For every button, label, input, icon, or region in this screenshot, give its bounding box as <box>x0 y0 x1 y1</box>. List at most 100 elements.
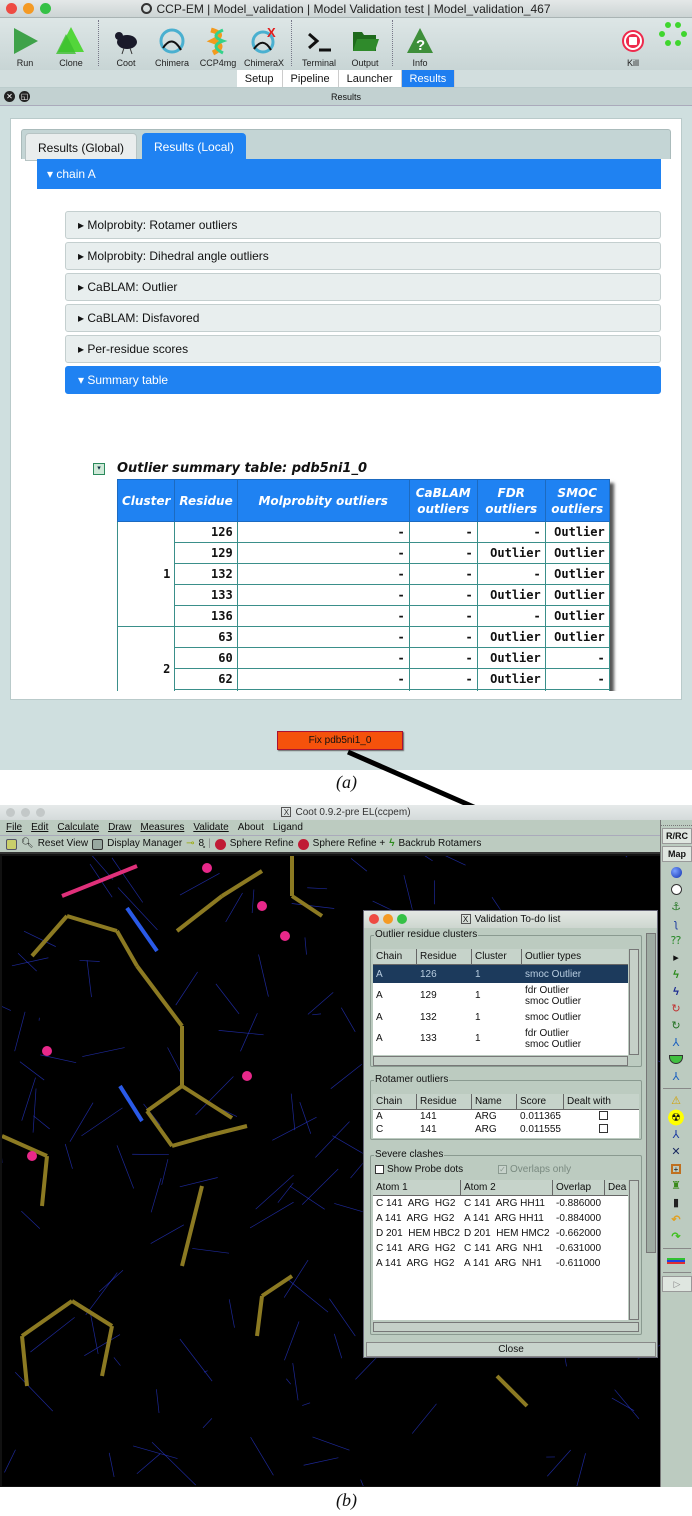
close-window-button[interactable] <box>6 808 15 817</box>
sphere-icon[interactable] <box>661 864 691 881</box>
clashes-horizontal-scrollbar[interactable] <box>373 1322 639 1332</box>
cluster-list-item[interactable]: A1361smoc Outlier <box>373 1051 628 1056</box>
rotate-residue-icon[interactable]: ↻ <box>661 1000 691 1017</box>
run-button[interactable]: Run <box>4 26 46 68</box>
dialog-close-button[interactable]: Close <box>366 1342 656 1357</box>
kill-button[interactable]: Kill <box>612 26 654 68</box>
ccp4mg-button[interactable]: CCP4mg <box>197 26 239 68</box>
expand-toolbar-button[interactable]: ▷ <box>662 1276 692 1292</box>
checkbox[interactable] <box>375 1165 384 1174</box>
warning-icon[interactable]: ⚠︎ <box>661 1092 691 1109</box>
anchor-icon[interactable]: ⚓︎ <box>661 898 691 915</box>
cluster-list-item[interactable]: A 126 1 smoc Outlier <box>373 965 628 983</box>
menu-calculate[interactable]: Calculate <box>57 820 99 835</box>
overlaps-only-checkbox[interactable]: ✓ Overlaps only <box>498 1164 571 1175</box>
col-chain[interactable]: Chain <box>373 949 417 964</box>
col-overlap[interactable]: Overlap <box>553 1180 605 1195</box>
dealt-with-checkbox[interactable] <box>598 1123 608 1133</box>
menu-edit[interactable]: Edit <box>31 820 48 835</box>
section-dihedral-outliers[interactable]: ▸ Molprobity: Dihedral angle outliers <box>65 242 661 270</box>
tab-launcher[interactable]: Launcher <box>338 70 402 87</box>
rotamer-list-item[interactable]: A 141 ARG 0.011365 <box>373 1110 639 1123</box>
cluster-list-item[interactable]: A 133 1 fdr Outlier smoc Outlier <box>373 1026 628 1051</box>
tab-pipeline[interactable]: Pipeline <box>282 70 339 87</box>
clashes-list[interactable]: Atom 1 Atom 2 Overlap Dea C 141 ARG HG2 C… <box>373 1180 628 1320</box>
key-icon[interactable]: ⊸ <box>186 835 194 853</box>
col-chain[interactable]: Chain <box>373 1094 417 1109</box>
cluster-list-item[interactable]: A 129 1 fdr Outlier smoc Outlier <box>373 983 628 1008</box>
sphere-refine-plus-button[interactable]: Sphere Refine + <box>313 835 386 853</box>
rotamer-green-icon[interactable]: ϟ <box>661 966 691 983</box>
clash-list-item[interactable]: C 141 ARG HG2 C 141 ARG NH1 -0.631000 <box>373 1241 628 1256</box>
ligand-icon[interactable]: ♜ <box>661 1177 691 1194</box>
clash-list-item[interactable]: A 141 ARG HG2 A 141 ARG NH1 -0.611000 <box>373 1256 628 1271</box>
col-outlier-types[interactable]: Outlier types <box>522 949 628 964</box>
tab-results[interactable]: Results <box>401 70 456 87</box>
col-dealt[interactable]: Dea <box>605 1180 627 1195</box>
sphere-refine-button[interactable]: Sphere Refine <box>230 835 294 853</box>
clash-list-item[interactable]: D 201 HEM HBC2 D 201 HEM HMC2 -0.662000 <box>373 1226 628 1241</box>
map-button[interactable]: Map <box>662 846 692 862</box>
pepflip-icon[interactable]: ⅄ <box>661 1126 691 1143</box>
clusters-vertical-scrollbar[interactable] <box>629 949 639 1055</box>
col-residue[interactable]: Residue <box>417 1094 472 1109</box>
collapse-table-icon[interactable]: ▾ <box>93 463 105 475</box>
zoom-window-button[interactable] <box>36 808 45 817</box>
coot-button[interactable]: Coot <box>105 26 147 68</box>
chain-fit-icon[interactable]: ʅ <box>661 915 691 932</box>
rotamer-list-item[interactable]: C 141 ARG 0.011555 <box>373 1123 639 1136</box>
clusters-horizontal-scrollbar[interactable] <box>373 1056 628 1066</box>
close-window-button[interactable] <box>6 3 17 14</box>
question-chain-icon[interactable]: ⁇ <box>661 932 691 949</box>
clashes-vertical-scrollbar[interactable] <box>629 1180 639 1320</box>
menu-validate[interactable]: Validate <box>193 820 228 835</box>
clock-icon[interactable] <box>661 881 691 898</box>
chain-a-header[interactable]: ▾ chain A <box>37 159 661 189</box>
add-box-icon[interactable]: + <box>661 1160 691 1177</box>
cis-trans-icon[interactable]: ✕ <box>661 1143 691 1160</box>
rotamer-blue-icon[interactable]: ϟ <box>661 983 691 1000</box>
tab-results-local[interactable]: Results (Local) <box>142 133 247 161</box>
dialog-minimize-dot[interactable] <box>383 914 393 924</box>
section-rotamer-outliers[interactable]: ▸ Molprobity: Rotamer outliers <box>65 211 661 239</box>
cluster-list-item[interactable]: A 132 1 smoc Outlier <box>373 1008 628 1026</box>
display-manager-button[interactable]: Display Manager <box>107 835 182 853</box>
float-dock-icon[interactable]: ◱ <box>19 91 30 102</box>
dialog-close-dot[interactable] <box>369 914 379 924</box>
show-probe-dots-checkbox[interactable]: Show Probe dots <box>375 1164 463 1175</box>
dealt-with-checkbox[interactable] <box>598 1110 608 1120</box>
clash-list-item[interactable]: C 141 ARG HG2 C 141 ARG HH11 -0.886000 <box>373 1196 628 1211</box>
delete-bin-icon[interactable]: ▮ <box>661 1194 691 1211</box>
section-cablam-outlier[interactable]: ▸ CaBLAM: Outlier <box>65 273 661 301</box>
rotate-fit-icon[interactable]: ↻ <box>661 1017 691 1034</box>
section-cablam-disfavored[interactable]: ▸ CaBLAM: Disfavored <box>65 304 661 332</box>
tab-results-global[interactable]: Results (Global) <box>25 133 138 161</box>
toolbar-grip[interactable] <box>661 820 692 826</box>
side-chain-icon[interactable] <box>661 1051 691 1068</box>
atom-label-icon[interactable]: 8̥ <box>199 835 205 853</box>
terminal-residue-icon[interactable]: ⅄ <box>661 1068 691 1085</box>
col-dealt-with[interactable]: Dealt with <box>564 1094 639 1109</box>
terminal-button[interactable]: Terminal <box>298 26 340 68</box>
menu-ligand[interactable]: Ligand <box>273 820 303 835</box>
fix-model-button[interactable]: Fix pdb5ni1_0 <box>277 731 403 750</box>
rotamer-outliers-list[interactable]: Chain Residue Name Score Dealt with A 141… <box>373 1094 639 1138</box>
molecule-viewport[interactable]: X Validation To-do list Outlier residue c… <box>2 856 660 1486</box>
open-folder-icon[interactable] <box>6 838 17 850</box>
chimera-button[interactable]: Chimera <box>151 26 193 68</box>
reset-view-button[interactable]: Reset View <box>38 835 88 853</box>
add-atom-icon[interactable]: ⅄ <box>661 1034 691 1051</box>
menu-measures[interactable]: Measures <box>140 820 184 835</box>
col-score[interactable]: Score <box>517 1094 564 1109</box>
checkbox-checked[interactable]: ✓ <box>498 1165 507 1174</box>
minimize-window-button[interactable] <box>21 808 30 817</box>
chimerax-button[interactable]: X ChimeraX <box>243 26 285 68</box>
section-per-residue-scores[interactable]: ▸ Per-residue scores <box>65 335 661 363</box>
tab-setup[interactable]: Setup <box>236 70 283 87</box>
play-small-icon[interactable]: ▸ <box>661 949 691 966</box>
col-atom-2[interactable]: Atom 2 <box>461 1180 553 1195</box>
radiation-icon[interactable]: ☢︎ <box>661 1109 691 1126</box>
dialog-zoom-dot[interactable] <box>397 914 407 924</box>
color-bar-icon[interactable] <box>661 1252 691 1269</box>
info-button[interactable]: ? Info <box>399 26 441 68</box>
